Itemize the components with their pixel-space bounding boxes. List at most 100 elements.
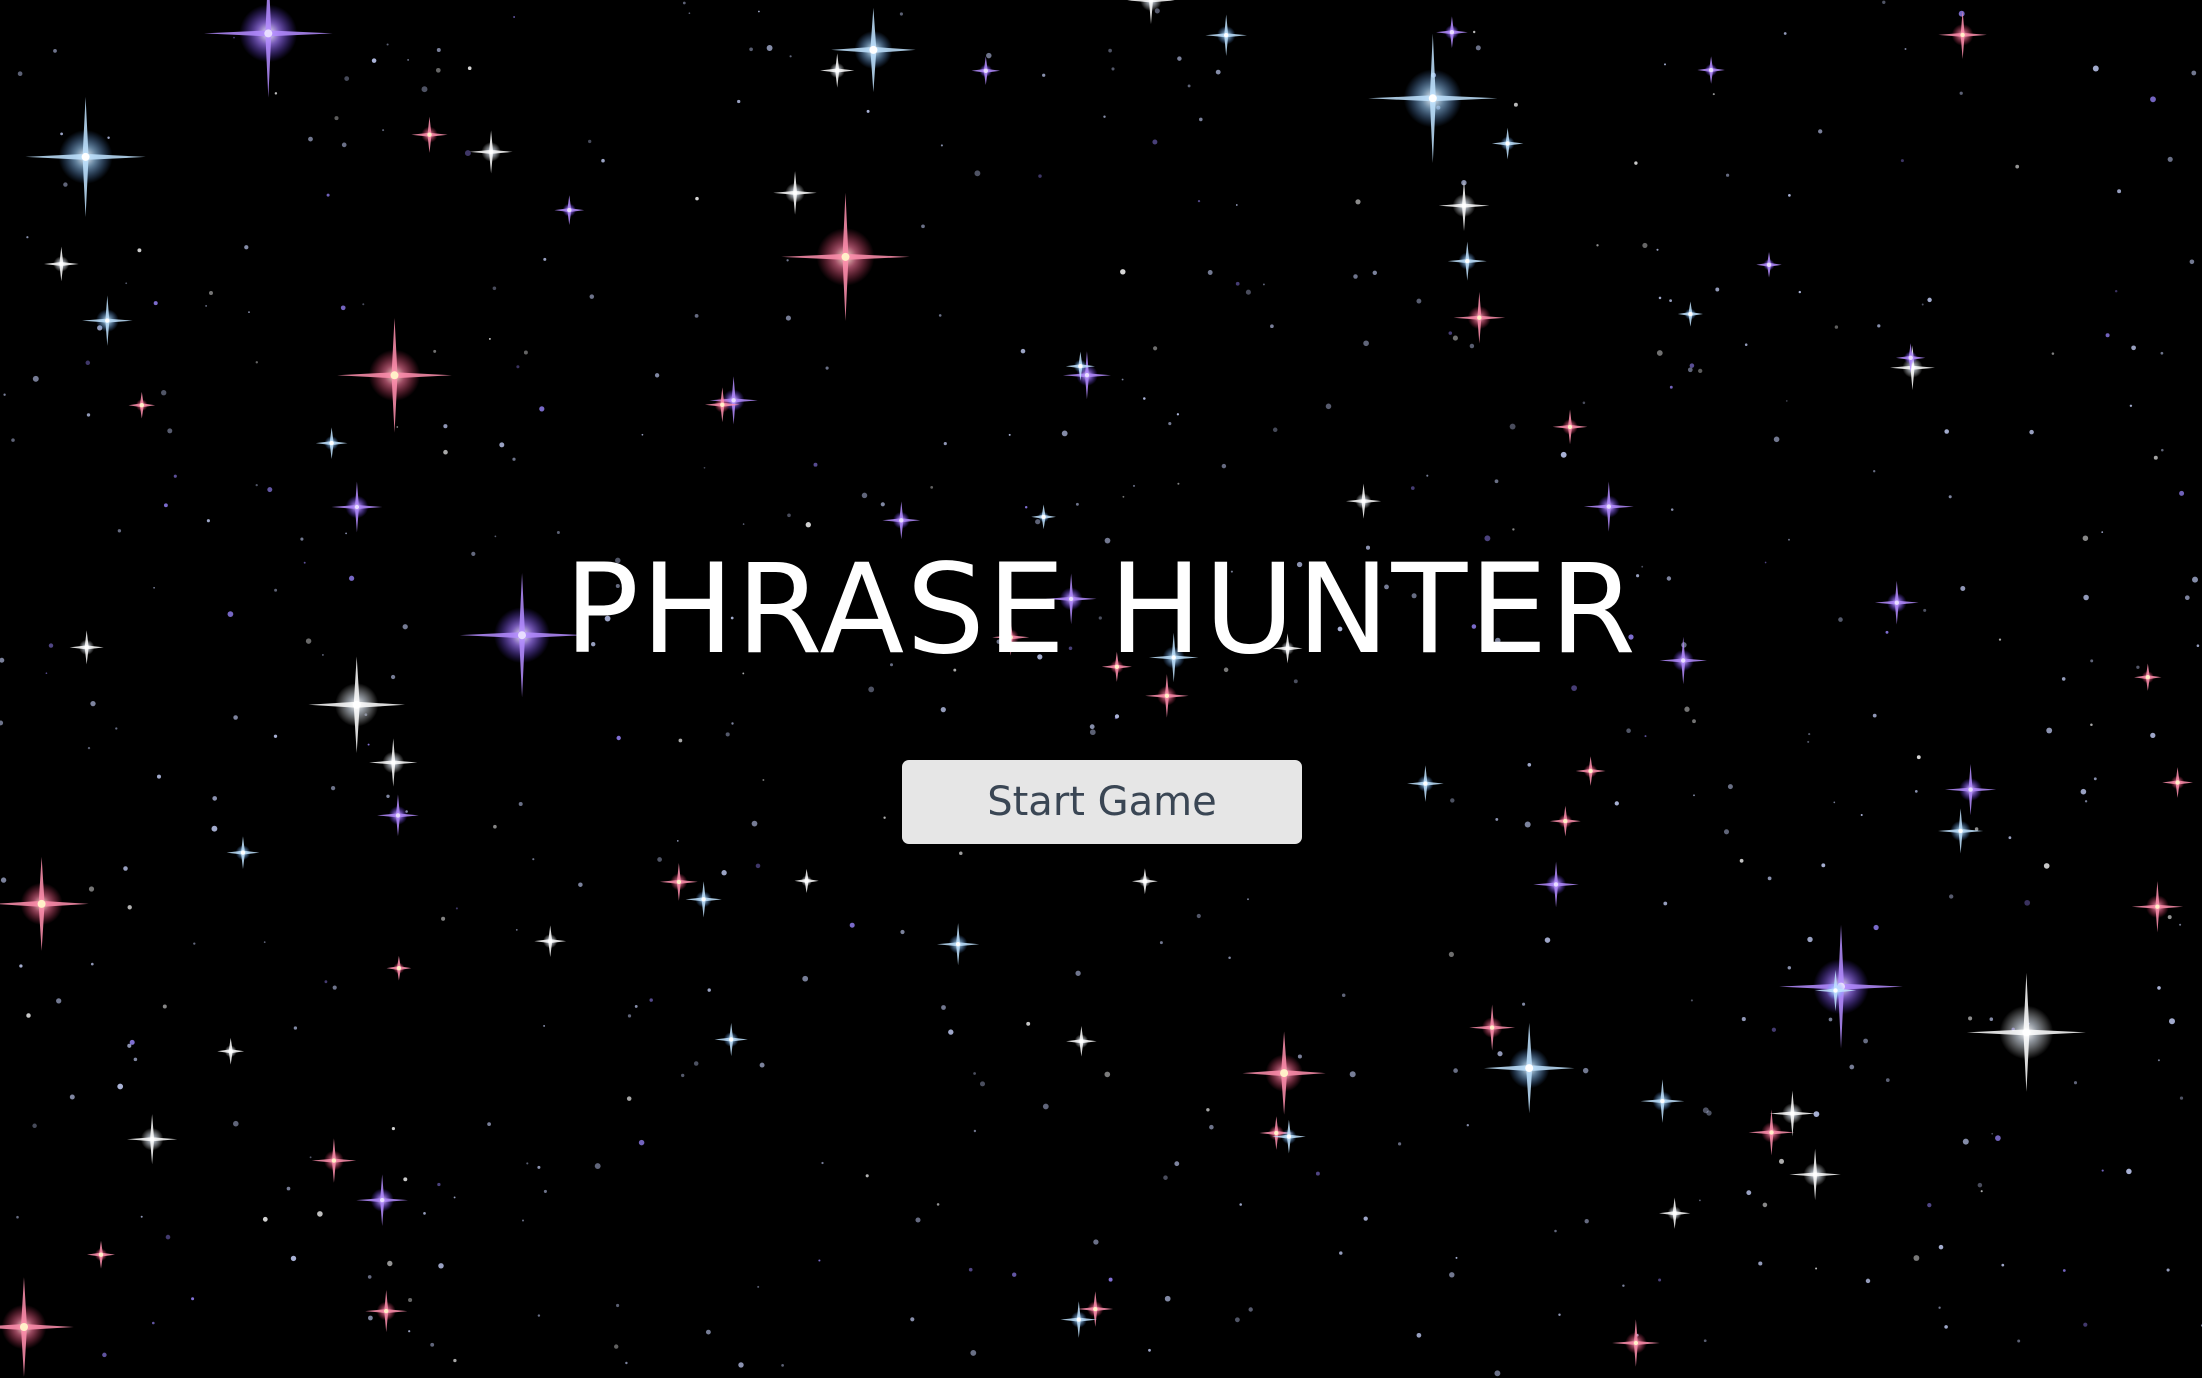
sparkle-star bbox=[831, 7, 916, 93]
star-dot bbox=[1197, 199, 1201, 203]
star-dot bbox=[1828, 1017, 1833, 1022]
star-dot bbox=[2167, 915, 2172, 920]
sparkle-star bbox=[1031, 504, 1056, 530]
star-dot bbox=[657, 857, 662, 862]
star-dot bbox=[2073, 1081, 2078, 1085]
star-dot bbox=[1297, 1054, 1302, 1059]
sparkle-star bbox=[1552, 409, 1588, 445]
star-dot bbox=[386, 794, 390, 798]
star-dot bbox=[2166, 1268, 2170, 1272]
star-dot bbox=[85, 360, 91, 366]
star-dot bbox=[921, 224, 925, 229]
star-dot bbox=[1008, 433, 1011, 436]
star-dot bbox=[1944, 429, 1949, 434]
star-dot bbox=[467, 66, 472, 71]
star-dot bbox=[1416, 1332, 1422, 1338]
game-title: PHRASE HUNTER bbox=[564, 538, 1638, 682]
star-dot bbox=[1221, 463, 1227, 469]
star-dot bbox=[1012, 1272, 1017, 1277]
star-dot bbox=[1522, 1002, 1526, 1006]
star-dot bbox=[244, 245, 249, 250]
star-dot bbox=[737, 99, 741, 104]
star-dot bbox=[1900, 159, 1904, 163]
star-dot bbox=[107, 136, 110, 140]
sparkle-star bbox=[411, 116, 448, 153]
star-dot bbox=[694, 313, 699, 318]
star-dot bbox=[2024, 899, 2031, 906]
star-dot bbox=[1472, 30, 1476, 34]
star-dot bbox=[344, 76, 350, 81]
star-dot bbox=[493, 824, 497, 829]
star-dot bbox=[1689, 363, 1695, 368]
star-dot bbox=[1262, 283, 1265, 286]
star-dot bbox=[209, 291, 213, 295]
star-dot bbox=[345, 532, 347, 535]
star-dot bbox=[900, 929, 905, 935]
star-dot bbox=[688, 12, 691, 15]
star-dot bbox=[2083, 1322, 2088, 1327]
star-dot bbox=[899, 12, 903, 16]
star-dot bbox=[1687, 367, 1693, 373]
star-dot bbox=[362, 303, 365, 306]
star-dot bbox=[407, 59, 409, 61]
sparkle-star bbox=[1575, 756, 1606, 786]
start-game-button[interactable]: Start Game bbox=[902, 760, 1302, 844]
star-dot bbox=[2092, 65, 2099, 72]
star-dot bbox=[2157, 1059, 2160, 1062]
star-dot bbox=[614, 1344, 619, 1349]
star-dot bbox=[785, 315, 791, 321]
star-dot bbox=[789, 55, 792, 58]
star-dot bbox=[371, 58, 377, 63]
star-dot bbox=[1656, 350, 1663, 356]
star-dot bbox=[2015, 164, 2020, 169]
star-dot bbox=[1448, 951, 1454, 957]
star-dot bbox=[781, 1364, 784, 1367]
star-dot bbox=[786, 259, 789, 262]
star-dot bbox=[1042, 1103, 1049, 1110]
star-dot bbox=[938, 314, 942, 317]
star-dot bbox=[1663, 63, 1667, 66]
star-dot bbox=[1315, 1171, 1320, 1176]
star-dot bbox=[556, 531, 560, 534]
star-dot bbox=[102, 1352, 107, 1358]
star-dot bbox=[1363, 340, 1369, 347]
star-dot bbox=[1509, 423, 1516, 430]
star-dot bbox=[1207, 270, 1213, 275]
star-dot bbox=[880, 502, 885, 507]
star-dot bbox=[512, 457, 516, 461]
star-dot bbox=[267, 487, 273, 493]
star-dot bbox=[391, 1127, 395, 1131]
star-dot bbox=[0, 720, 4, 726]
star-dot bbox=[513, 16, 515, 18]
star-dot bbox=[123, 866, 128, 871]
star-dot bbox=[1596, 244, 1599, 247]
star-dot bbox=[488, 337, 491, 340]
star-dot bbox=[1103, 115, 1106, 118]
star-dot bbox=[1372, 270, 1378, 276]
star-dot bbox=[290, 1255, 297, 1262]
star-dot bbox=[453, 1196, 456, 1199]
star-dot bbox=[940, 144, 943, 147]
star-dot bbox=[1904, 48, 1907, 50]
star-dot bbox=[601, 158, 605, 163]
star-dot bbox=[948, 1029, 954, 1035]
star-dot bbox=[1235, 281, 1240, 286]
star-dot bbox=[695, 196, 699, 201]
star-dot bbox=[2150, 732, 2156, 739]
star-dot bbox=[1808, 733, 1811, 736]
star-dot bbox=[487, 1122, 491, 1126]
star-dot bbox=[1153, 346, 1158, 351]
star-dot bbox=[1024, 506, 1028, 509]
star-dot bbox=[430, 1342, 435, 1347]
sparkle-star bbox=[1436, 16, 1468, 49]
sparkle-star bbox=[1469, 1004, 1516, 1051]
star-dot bbox=[1974, 827, 1979, 831]
star-dot bbox=[19, 964, 23, 968]
star-dot bbox=[492, 286, 497, 291]
star-dot bbox=[1644, 735, 1647, 738]
sparkle-star bbox=[1127, 0, 1175, 25]
star-dot bbox=[1778, 1158, 1785, 1164]
star-dot bbox=[682, 1, 686, 5]
starfield-background bbox=[0, 0, 2202, 1377]
sparkle-star bbox=[377, 794, 419, 837]
